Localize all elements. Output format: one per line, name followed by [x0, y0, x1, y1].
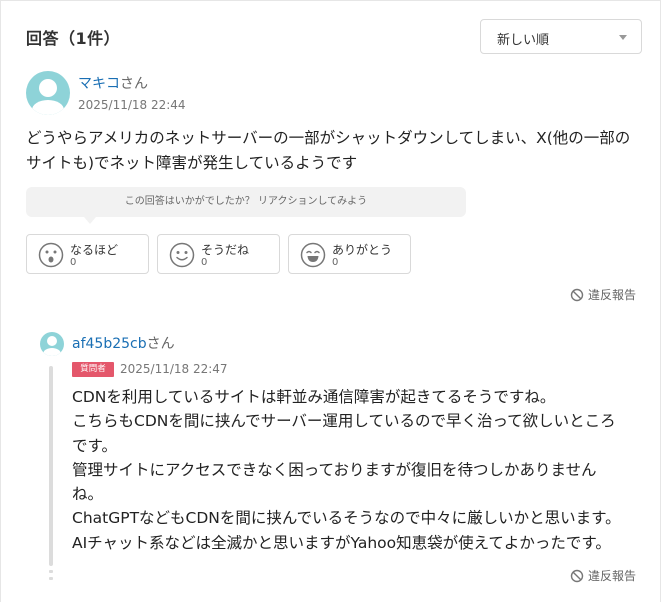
- answer-date: 2025/11/18 22:44: [78, 98, 186, 112]
- report-label: 違反報告: [588, 569, 637, 583]
- answers-panel: 回答（1件） 新しい順 マキコさん 2025/11/18 22:44 どうやらア…: [0, 0, 661, 602]
- thread-dot: [49, 570, 53, 573]
- reaction-label: そうだね: [201, 243, 250, 257]
- prohibited-icon: [570, 569, 584, 583]
- report-link[interactable]: 違反報告: [570, 567, 636, 584]
- reaction-label: ありがとう: [332, 243, 393, 257]
- asker-badge: 質問者: [72, 362, 114, 377]
- reply-line: ね。: [72, 485, 104, 504]
- answer-body: どうやらアメリカのネットサーバーの一部がシャットダウンしてしまい、X(他の一部の…: [26, 129, 631, 172]
- sort-order-value: 新しい順: [497, 33, 550, 48]
- prohibited-icon: [570, 288, 584, 302]
- sort-order-select[interactable]: 新しい順: [480, 19, 642, 54]
- answer-user-name[interactable]: マキコ: [78, 76, 120, 92]
- reaction-prompt-text: この回答はいかがでしたか？ リアクションしてみよう: [124, 196, 368, 207]
- report-label: 違反報告: [588, 288, 637, 302]
- surprised-face-icon: [38, 242, 64, 268]
- reply-line: 管理サイトにアクセスできなく困っておりますが復旧を待つしかありません: [72, 460, 597, 479]
- reply-user-honorific: さん: [146, 336, 175, 352]
- answer-user-honorific: さん: [120, 76, 148, 92]
- reaction-button-soudane[interactable]: そうだね 0: [157, 234, 280, 274]
- thread-dot: [49, 577, 53, 580]
- reaction-button-naruhodo[interactable]: なるほど 0: [26, 234, 149, 274]
- reaction-prompt: この回答はいかがでしたか？ リアクションしてみよう: [26, 187, 466, 224]
- reply-user-name[interactable]: af45b25cb: [72, 336, 147, 352]
- reaction-label: なるほど: [70, 243, 119, 257]
- avatar[interactable]: [40, 332, 64, 356]
- reaction-button-arigatou[interactable]: ありがとう 0: [288, 234, 411, 274]
- smile-face-icon: [169, 242, 195, 268]
- reply-user: af45b25cbさん: [72, 333, 175, 353]
- answers-heading: 回答（1件）: [26, 29, 121, 48]
- reaction-count: 0: [332, 257, 339, 268]
- reaction-count: 0: [70, 257, 77, 268]
- avatar[interactable]: [26, 71, 70, 115]
- thread-line: [49, 366, 53, 566]
- answer-user: マキコさん: [78, 73, 148, 93]
- reply-body: CDNを利用しているサイトは軒並み通信障害が起きてるそうですね。 こちらもCDN…: [72, 385, 637, 555]
- reply-line: こちらもCDNを間に挟んでサーバー運用しているので早く治って欲しいところ: [72, 412, 616, 431]
- reply-line: CDNを利用しているサイトは軒並み通信障害が起きてるそうですね。: [72, 388, 556, 406]
- report-link[interactable]: 違反報告: [570, 286, 636, 303]
- reply-line: ChatGPTなどもCDNを間に挟んでいるそうなので中々に厳しいかと思います。: [72, 509, 621, 528]
- reaction-count: 0: [201, 257, 208, 268]
- grin-face-icon: [300, 242, 326, 268]
- reply-date: 2025/11/18 22:47: [120, 362, 228, 376]
- reply-line: AIチャット系などは全滅かと思いますがYahoo知恵袋が使えてよかったです。: [72, 533, 611, 552]
- reply-line: です。: [72, 436, 117, 455]
- caret-down-icon: [619, 35, 627, 40]
